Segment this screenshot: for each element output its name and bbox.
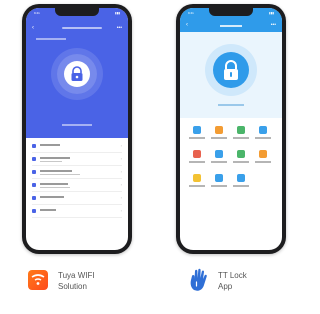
caption-placeholder xyxy=(218,104,244,106)
list-subtext-placeholder xyxy=(40,174,80,175)
list-icon xyxy=(32,170,36,174)
chevron-right-icon: › xyxy=(120,195,122,200)
feature-tile[interactable] xyxy=(230,172,252,194)
feature-label-placeholder xyxy=(255,137,271,139)
feature-icon xyxy=(259,126,267,134)
brand-name-line1: TT Lock xyxy=(218,271,247,280)
list-text-placeholder xyxy=(40,209,56,211)
tuya-nav-bar: ‹ ••• xyxy=(32,24,122,32)
lock-icon xyxy=(213,52,249,88)
chevron-right-icon: › xyxy=(120,169,122,174)
status-time: 9:41 xyxy=(34,11,40,15)
feature-icon xyxy=(237,150,245,158)
feature-label-placeholder xyxy=(233,137,249,139)
brand-tuya-label: Tuya WIFI Solution xyxy=(58,270,95,292)
phone-tuya-mockup: 9:41 ▮▮▮ ‹ ••• › › › › › › xyxy=(22,4,132,254)
feature-label-placeholder xyxy=(189,185,205,187)
feature-label-placeholder xyxy=(233,161,249,163)
feature-icon xyxy=(193,174,201,182)
list-item[interactable]: › xyxy=(32,179,122,192)
nav-title-placeholder xyxy=(62,27,102,29)
subtitle-placeholder xyxy=(36,38,66,40)
feature-icon xyxy=(215,126,223,134)
tuya-header-panel: 9:41 ▮▮▮ ‹ ••• xyxy=(26,8,128,138)
ttlock-app-screen: 9:41 ▮▮▮ ‹ ••• xyxy=(180,8,282,250)
lock-icon xyxy=(64,61,90,87)
chevron-right-icon: › xyxy=(120,208,122,213)
list-icon xyxy=(32,157,36,161)
list-item[interactable]: › xyxy=(32,166,122,179)
list-subtext-placeholder xyxy=(40,187,70,188)
feature-icon xyxy=(193,126,201,134)
list-icon xyxy=(32,183,36,187)
feature-tile[interactable] xyxy=(186,148,208,170)
chevron-right-icon: › xyxy=(120,143,122,148)
feature-icon xyxy=(237,126,245,134)
list-icon xyxy=(32,144,36,148)
list-text-placeholder xyxy=(40,157,70,159)
more-icon[interactable]: ••• xyxy=(117,24,122,32)
list-item[interactable]: › xyxy=(32,153,122,166)
chevron-right-icon: › xyxy=(120,182,122,187)
feature-label-placeholder xyxy=(189,137,205,139)
feature-icon xyxy=(215,150,223,158)
signal-icon: ▮▮▮ xyxy=(269,11,274,15)
feature-tile[interactable] xyxy=(208,148,230,170)
list-item[interactable]: › xyxy=(32,205,122,218)
feature-tile[interactable] xyxy=(230,148,252,170)
ttlock-hand-logo-icon xyxy=(188,268,210,292)
feature-icon xyxy=(193,150,201,158)
brand-name-line2: Solution xyxy=(58,282,87,291)
back-icon[interactable]: ‹ xyxy=(186,21,188,29)
feature-icon xyxy=(259,150,267,158)
nav-title-placeholder xyxy=(220,25,242,27)
feature-tile[interactable] xyxy=(252,148,274,170)
phone-notch xyxy=(209,8,253,16)
feature-tile[interactable] xyxy=(186,172,208,194)
list-subtext-placeholder xyxy=(40,161,62,162)
feature-label-placeholder xyxy=(233,185,249,187)
list-text-placeholder xyxy=(40,170,72,172)
list-icon xyxy=(32,196,36,200)
unlock-button[interactable] xyxy=(57,54,97,94)
chevron-right-icon: › xyxy=(120,156,122,161)
tuya-app-screen: 9:41 ▮▮▮ ‹ ••• › › › › › › xyxy=(26,8,128,250)
tuya-logo-icon xyxy=(28,270,48,290)
feature-icon xyxy=(237,174,245,182)
feature-tile[interactable] xyxy=(208,172,230,194)
list-text-placeholder xyxy=(40,196,64,198)
list-item[interactable]: › xyxy=(32,192,122,205)
brand-name-line1: Tuya WIFI xyxy=(58,271,95,280)
phone-notch xyxy=(55,8,99,16)
ttlock-hero xyxy=(180,32,282,118)
brand-name-line2: App xyxy=(218,282,233,291)
list-text-placeholder xyxy=(40,144,60,146)
feature-tile[interactable] xyxy=(230,124,252,146)
feature-label-placeholder xyxy=(189,161,205,163)
feature-label-placeholder xyxy=(255,161,271,163)
feature-label-placeholder xyxy=(211,137,227,139)
app-showcase: 9:41 ▮▮▮ ‹ ••• › › › › › › 9:41 ▮▮▮ ‹ ••… xyxy=(0,0,298,314)
caption-placeholder xyxy=(62,124,92,126)
brand-ttlock-label: TT Lock App xyxy=(218,270,247,292)
list-icon xyxy=(32,209,36,213)
tuya-settings-list: › › › › › › xyxy=(26,140,128,218)
feature-tile[interactable] xyxy=(186,124,208,146)
feature-label-placeholder xyxy=(211,161,227,163)
back-icon[interactable]: ‹ xyxy=(32,24,34,32)
list-text-placeholder xyxy=(40,183,68,185)
feature-tile[interactable] xyxy=(208,124,230,146)
more-icon[interactable]: ••• xyxy=(271,21,276,29)
list-item[interactable]: › xyxy=(32,140,122,153)
status-time: 9:41 xyxy=(188,11,194,15)
feature-icon xyxy=(215,174,223,182)
signal-icon: ▮▮▮ xyxy=(115,11,120,15)
phone-ttlock-mockup: 9:41 ▮▮▮ ‹ ••• xyxy=(176,4,286,254)
feature-tile[interactable] xyxy=(252,124,274,146)
feature-label-placeholder xyxy=(211,185,227,187)
unlock-button[interactable] xyxy=(205,44,257,96)
